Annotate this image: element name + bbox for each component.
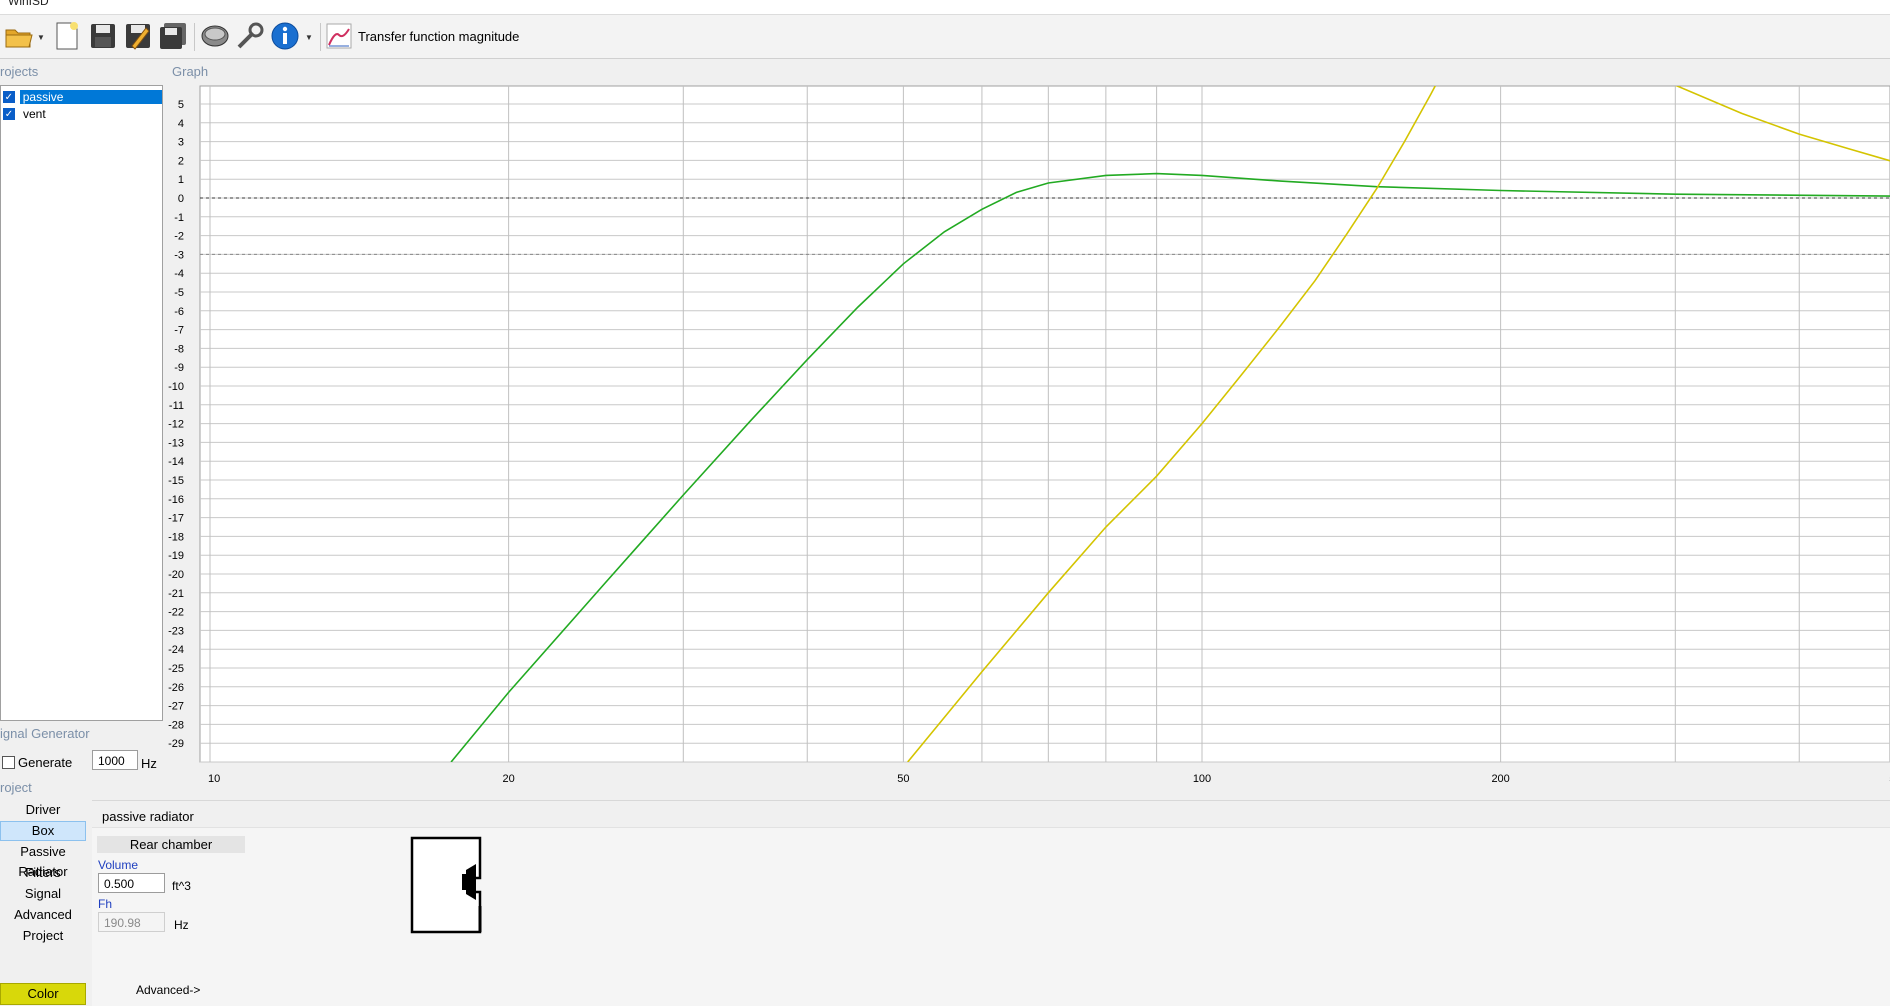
y-tick-label: -14: [168, 456, 184, 468]
y-tick-label: -27: [168, 701, 184, 713]
projects-label: rojects: [0, 64, 39, 79]
y-tick-label: -11: [169, 400, 184, 412]
transfer-function-label: Transfer function magnitude: [358, 28, 520, 44]
y-tick-label: -13: [168, 437, 184, 449]
project-item-label: vent: [23, 106, 46, 121]
nav-signal[interactable]: Signal: [0, 884, 86, 904]
volume-unit: ft^3: [172, 879, 191, 893]
fh-unit: Hz: [174, 918, 189, 932]
x-tick-label: 50: [897, 773, 909, 785]
info-dropdown-arrow[interactable]: ▼: [304, 25, 314, 49]
color-button[interactable]: Color: [0, 983, 86, 1005]
y-tick-label: -21: [168, 588, 184, 600]
volume-label: Volume: [98, 858, 139, 872]
advanced-link[interactable]: Advanced->: [136, 983, 200, 997]
nav-driver[interactable]: Driver: [0, 800, 86, 820]
new-file-icon[interactable]: [50, 19, 84, 53]
project-item-vent[interactable]: ✓ vent: [1, 105, 162, 122]
y-tick-label: 4: [178, 118, 184, 130]
nav-box[interactable]: Box: [0, 821, 86, 841]
y-tick-label: -2: [174, 231, 184, 243]
signal-generator-label: ignal Generator: [0, 726, 90, 741]
nav-advanced[interactable]: Advanced: [0, 905, 86, 925]
generate-label: Generate: [18, 755, 73, 770]
y-tick-label: 5: [178, 99, 184, 111]
project-nav-label: roject: [0, 780, 32, 795]
edit-icon[interactable]: [121, 19, 155, 53]
y-tick-label: -8: [174, 343, 184, 355]
y-tick-label: -22: [168, 607, 184, 619]
transfer-function-chart[interactable]: 543210-1-2-3-4-5-6-7-8-9-10-11-12-13-14-…: [168, 80, 1890, 797]
y-tick-label: -9: [174, 362, 184, 374]
y-tick-label: -20: [168, 569, 184, 581]
x-tick-label: 100: [1193, 773, 1211, 785]
y-tick-label: -5: [174, 287, 184, 299]
checkbox-checked-icon[interactable]: ✓: [3, 90, 15, 103]
y-tick-label: 3: [178, 137, 184, 149]
driver-icon[interactable]: [198, 19, 232, 53]
x-tick-label: 10: [208, 773, 220, 785]
open-dropdown-arrow[interactable]: ▼: [36, 25, 46, 49]
y-tick-label: -29: [168, 738, 184, 750]
frequency-input[interactable]: 1000: [92, 750, 138, 770]
y-tick-label: -6: [174, 306, 184, 318]
toolbar-separator-2: [320, 23, 321, 51]
generate-checkbox[interactable]: [2, 756, 15, 769]
fh-input: 190.98: [98, 912, 165, 932]
y-tick-label: -19: [168, 550, 184, 562]
info-icon[interactable]: [268, 19, 302, 53]
y-tick-label: -25: [168, 663, 184, 675]
y-tick-label: 1: [178, 174, 184, 186]
y-tick-label: -12: [168, 419, 184, 431]
project-item-label: passive: [19, 89, 162, 104]
nav-filters[interactable]: Filters: [0, 863, 86, 883]
y-tick-label: -26: [168, 682, 184, 694]
panel-title: passive radiator: [102, 809, 194, 824]
y-tick-label: -28: [168, 719, 184, 731]
tools-icon[interactable]: [233, 19, 267, 53]
y-tick-label: -16: [168, 494, 184, 506]
fh-label: Fh: [98, 897, 113, 911]
graph-label: Graph: [172, 64, 209, 79]
save-all-icon[interactable]: [156, 19, 190, 53]
chart-icon: [326, 23, 352, 49]
y-tick-label: -7: [174, 325, 184, 337]
x-tick-label: 200: [1491, 773, 1509, 785]
y-tick-label: -24: [168, 644, 184, 656]
rear-chamber-header: Rear chamber: [97, 836, 245, 853]
y-tick-label: -17: [168, 513, 184, 525]
y-tick-label: -23: [168, 625, 184, 637]
panel-header: [92, 801, 1890, 828]
title-bar: WinISD: [0, 0, 1890, 15]
x-tick-label: 20: [502, 773, 514, 785]
y-tick-label: -10: [168, 381, 184, 393]
y-tick-label: -4: [174, 268, 184, 280]
checkbox-checked-icon[interactable]: ✓: [3, 107, 15, 120]
toolbar-separator: [194, 23, 195, 51]
box-diagram: [410, 836, 484, 937]
volume-input[interactable]: 0.500: [98, 873, 165, 893]
frequency-unit: Hz: [141, 756, 157, 771]
project-item-passive[interactable]: ✓ passive: [1, 88, 162, 105]
window-title: WinISD: [8, 0, 49, 8]
y-tick-label: -18: [168, 531, 184, 543]
graph-area[interactable]: 5 4 3 2 1 0 -1 -2 -3 -4 -5 -6 -7 -8 -9 -10 -11 -12 -13 -14-…: [168, 80, 1890, 797]
box-panel: passive radiator Rear chamber Volume 0.5…: [92, 800, 1890, 1006]
projects-list[interactable]: ✓ passive ✓ vent: [0, 85, 163, 721]
y-tick-label: -3: [174, 249, 184, 261]
y-tick-label: 0: [178, 193, 184, 205]
nav-project[interactable]: Project: [0, 926, 86, 946]
toolbar: ▼ ▼ Transfer function magnitude: [0, 15, 1890, 59]
y-tick-label: -15: [168, 475, 184, 487]
y-tick-label: 2: [178, 155, 184, 167]
y-tick-label: -1: [174, 212, 184, 224]
save-icon[interactable]: [86, 19, 120, 53]
transfer-function-button[interactable]: Transfer function magnitude: [326, 19, 519, 53]
open-folder-icon[interactable]: [2, 19, 36, 53]
nav-passive-radiator[interactable]: Passive Radiator: [0, 842, 86, 879]
